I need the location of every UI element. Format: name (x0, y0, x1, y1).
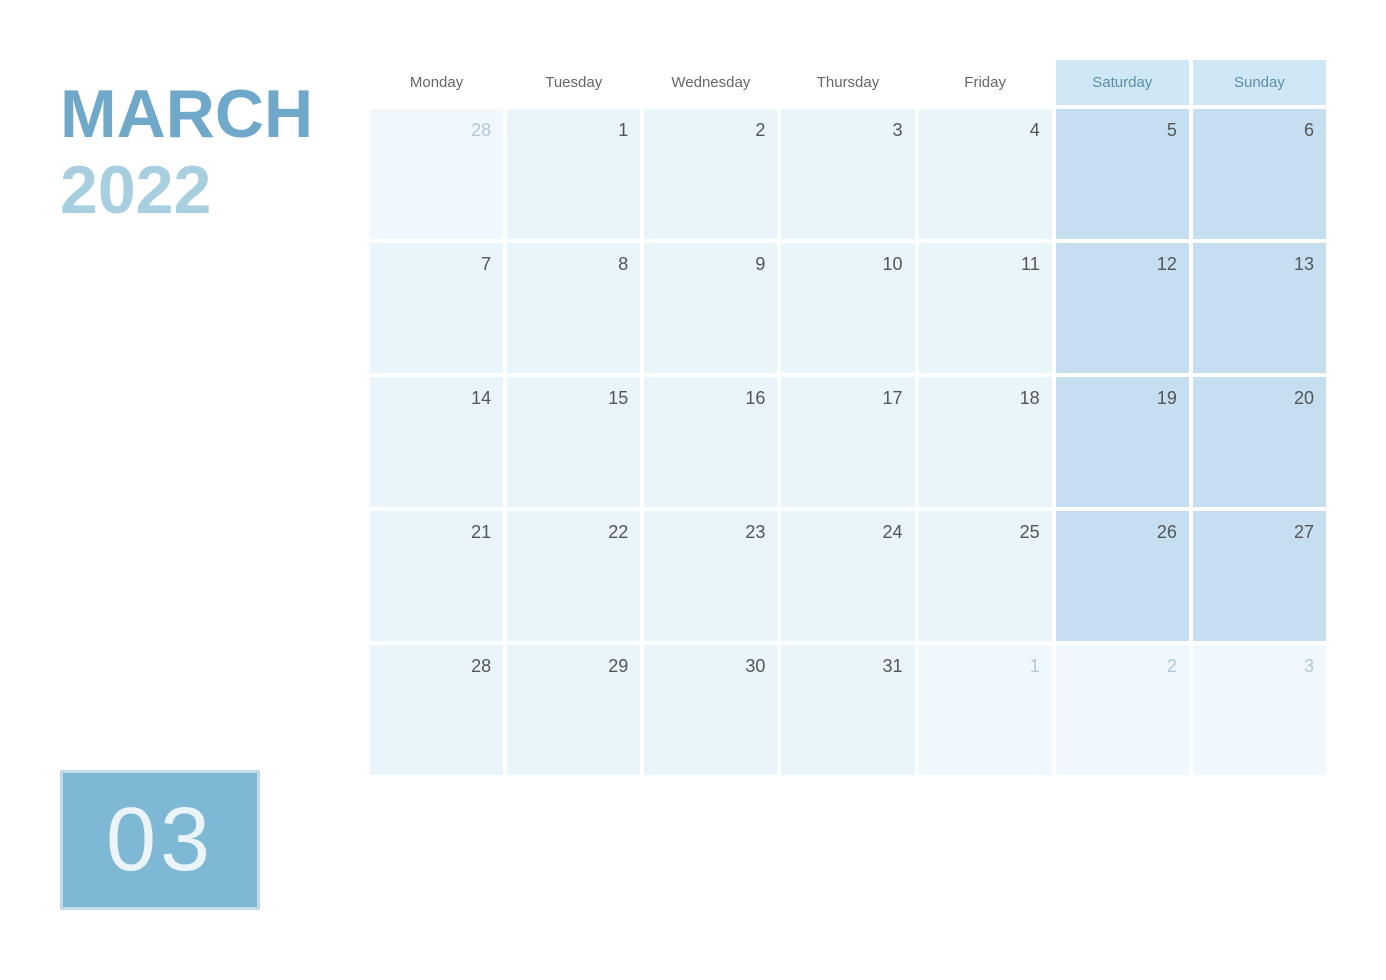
day-cell[interactable]: 31 (781, 645, 914, 775)
day-cell[interactable]: 22 (507, 511, 640, 641)
day-cell[interactable]: 2 (644, 109, 777, 239)
weekday-header: Sunday (1193, 60, 1326, 105)
day-cell[interactable]: 4 (919, 109, 1052, 239)
day-cell[interactable]: 3 (1193, 645, 1326, 775)
day-cell[interactable]: 16 (644, 377, 777, 507)
day-cell[interactable]: 7 (370, 243, 503, 373)
day-number: 31 (883, 657, 903, 675)
day-number: 28 (471, 121, 491, 139)
day-cell[interactable]: 11 (919, 243, 1052, 373)
day-number: 26 (1157, 523, 1177, 541)
day-cell[interactable]: 9 (644, 243, 777, 373)
day-cell[interactable]: 6 (1193, 109, 1326, 239)
day-number: 2 (1167, 657, 1177, 675)
day-number: 18 (1020, 389, 1040, 407)
day-number: 20 (1294, 389, 1314, 407)
day-cell[interactable]: 3 (781, 109, 914, 239)
day-number: 29 (608, 657, 628, 675)
weekday-header: Thursday (781, 60, 914, 105)
weekday-header: Friday (919, 60, 1052, 105)
day-cell[interactable]: 1 (919, 645, 1052, 775)
left-panel: MARCH 2022 03 (60, 60, 370, 920)
day-cell[interactable]: 10 (781, 243, 914, 373)
day-number: 17 (883, 389, 903, 407)
day-number: 1 (618, 121, 628, 139)
day-cell[interactable]: 13 (1193, 243, 1326, 373)
day-cell[interactable]: 26 (1056, 511, 1189, 641)
day-number: 7 (481, 255, 491, 273)
day-cell[interactable]: 21 (370, 511, 503, 641)
weekday-header: Saturday (1056, 60, 1189, 105)
weekday-header: Wednesday (644, 60, 777, 105)
weekday-header: Tuesday (507, 60, 640, 105)
day-number: 15 (608, 389, 628, 407)
day-cell[interactable]: 15 (507, 377, 640, 507)
day-number: 22 (608, 523, 628, 541)
day-number: 14 (471, 389, 491, 407)
day-cell[interactable]: 24 (781, 511, 914, 641)
day-number: 11 (1021, 255, 1040, 273)
day-cell[interactable]: 28 (370, 109, 503, 239)
day-number: 13 (1294, 255, 1314, 273)
day-cell[interactable]: 23 (644, 511, 777, 641)
day-number: 9 (755, 255, 765, 273)
day-cell[interactable]: 20 (1193, 377, 1326, 507)
day-number: 21 (471, 523, 491, 541)
day-number: 30 (745, 657, 765, 675)
day-number: 23 (745, 523, 765, 541)
day-cell[interactable]: 17 (781, 377, 914, 507)
day-cell[interactable]: 8 (507, 243, 640, 373)
day-cell[interactable]: 12 (1056, 243, 1189, 373)
day-number: 12 (1157, 255, 1177, 273)
day-number: 8 (618, 255, 628, 273)
day-cell[interactable]: 5 (1056, 109, 1189, 239)
day-cell[interactable]: 18 (919, 377, 1052, 507)
day-number: 25 (1020, 523, 1040, 541)
day-number: 24 (883, 523, 903, 541)
calendar-grid: MondayTuesdayWednesdayThursdayFridaySatu… (370, 60, 1326, 775)
day-cell[interactable]: 27 (1193, 511, 1326, 641)
month-number: 03 (60, 770, 260, 910)
day-number: 3 (893, 121, 903, 139)
day-cell[interactable]: 28 (370, 645, 503, 775)
day-number: 19 (1157, 389, 1177, 407)
day-number: 16 (745, 389, 765, 407)
day-cell[interactable]: 14 (370, 377, 503, 507)
day-cell[interactable]: 30 (644, 645, 777, 775)
day-cell[interactable]: 2 (1056, 645, 1189, 775)
weekday-header: Monday (370, 60, 503, 105)
day-cell[interactable]: 25 (919, 511, 1052, 641)
day-number: 1 (1030, 657, 1040, 675)
day-cell[interactable]: 19 (1056, 377, 1189, 507)
day-number: 2 (755, 121, 765, 139)
year-title: 2022 (60, 156, 350, 224)
day-number: 28 (471, 657, 491, 675)
calendar-area: MondayTuesdayWednesdayThursdayFridaySatu… (370, 60, 1326, 775)
calendar-page: MARCH 2022 03 MondayTuesdayWednesdayThur… (0, 0, 1386, 980)
day-number: 27 (1294, 523, 1314, 541)
month-title: MARCH (60, 80, 350, 148)
day-number: 5 (1167, 121, 1177, 139)
month-number-box: 03 (60, 770, 260, 910)
day-number: 10 (883, 255, 903, 273)
day-cell[interactable]: 29 (507, 645, 640, 775)
day-cell[interactable]: 1 (507, 109, 640, 239)
day-number: 6 (1304, 121, 1314, 139)
day-number: 4 (1030, 121, 1040, 139)
day-number: 3 (1304, 657, 1314, 675)
